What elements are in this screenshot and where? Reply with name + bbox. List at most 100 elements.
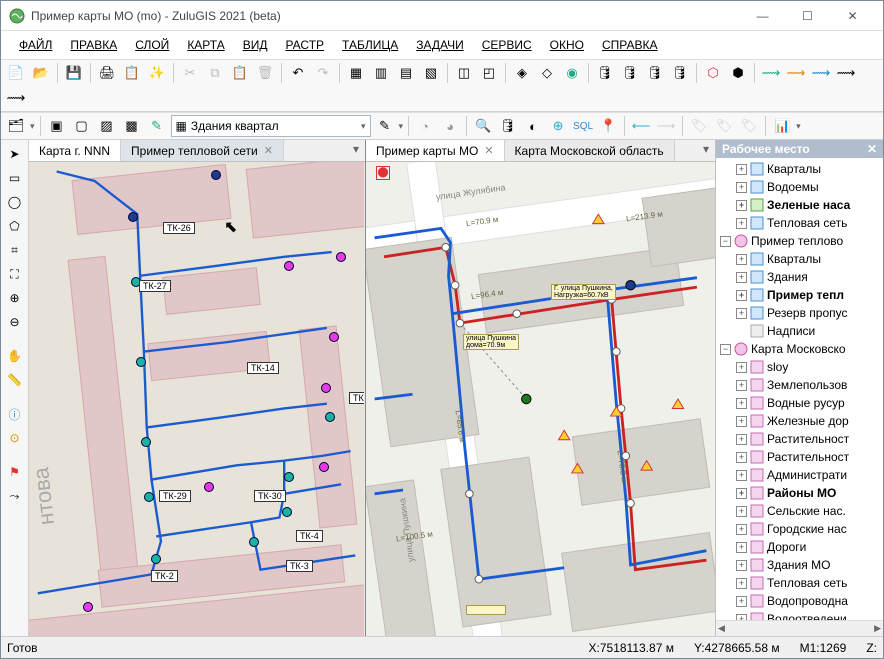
framing-icon[interactable]: ⌗ [5, 240, 25, 260]
tree-item[interactable]: +Водоотведени [716, 610, 883, 620]
tab-map-moscow[interactable]: Карта Московской область [505, 140, 675, 161]
menu-edit[interactable]: ПРАВКА [64, 35, 123, 55]
measure-icon[interactable]: 📏 [5, 370, 25, 390]
expand-icon[interactable]: + [736, 506, 747, 517]
q1-icon[interactable]: ◔ [414, 115, 436, 137]
tabs-dropdown-icon[interactable]: ▾ [697, 140, 715, 161]
delete-icon[interactable]: 🗑 [254, 62, 276, 84]
copy-icon[interactable]: ⧉ [204, 62, 226, 84]
tree-item[interactable]: +Растительност [716, 430, 883, 448]
search-icon[interactable]: 🔍 [472, 115, 494, 137]
menu-file[interactable]: ФАЙЛ [13, 35, 58, 55]
copy-doc-icon[interactable]: 📋 [121, 62, 143, 84]
tab-map-mo[interactable]: Пример карты МО✕ [366, 140, 505, 161]
tree-item[interactable]: +Районы МО [716, 484, 883, 502]
close-icon[interactable]: ✕ [484, 144, 493, 157]
db3-icon[interactable]: 🛢 [644, 62, 666, 84]
pencil-icon[interactable]: ✎ [374, 115, 396, 137]
hand-icon[interactable]: ✋ [5, 346, 25, 366]
expand-icon[interactable] [736, 326, 747, 337]
extent-icon[interactable]: ⛶ [5, 264, 25, 284]
tree-item[interactable]: +Железные дор [716, 412, 883, 430]
flag-icon[interactable]: ⚑ [5, 462, 25, 482]
sql-icon[interactable]: SQL [572, 115, 594, 137]
map-pane-right[interactable]: ⬤ улица Жулябина улица Пушкина L=70.9 м … [366, 162, 715, 636]
tree-item[interactable]: +Кварталы [716, 250, 883, 268]
tool-c-icon[interactable]: ◉ [561, 62, 583, 84]
tool-a-icon[interactable]: ◈ [511, 62, 533, 84]
tree-item[interactable]: −Карта Московско [716, 340, 883, 358]
menu-service[interactable]: СЕРВИС [476, 35, 538, 55]
nav-back-icon[interactable]: ⟵ [630, 115, 652, 137]
sel3-icon[interactable]: ▨ [96, 115, 118, 137]
open-icon[interactable]: 📂 [30, 62, 52, 84]
tab-heat-example[interactable]: Пример тепловой сети✕ [121, 140, 284, 161]
tree-item[interactable]: +Землепользов [716, 376, 883, 394]
layer2-icon[interactable]: ◰ [478, 62, 500, 84]
expand-icon[interactable]: + [736, 362, 747, 373]
expand-icon[interactable]: + [736, 308, 747, 319]
pipe3-icon[interactable]: ⟿ [810, 62, 832, 84]
goto-icon[interactable]: ⊙ [5, 428, 25, 448]
expand-icon[interactable]: + [736, 434, 747, 445]
sel1-icon[interactable]: ▣ [46, 115, 68, 137]
layer-combo[interactable]: ▦ ▾ [171, 115, 371, 137]
expand-icon[interactable]: + [736, 272, 747, 283]
expand-icon[interactable]: + [736, 182, 747, 193]
chart-icon[interactable]: 📊 [771, 115, 793, 137]
info-icon[interactable]: ⓘ [5, 404, 25, 424]
route-icon[interactable]: ⤳ [5, 486, 25, 506]
redo-icon[interactable]: ↷ [312, 62, 334, 84]
menu-tasks[interactable]: ЗАДАЧИ [410, 35, 469, 55]
zoom-in-icon[interactable]: ⊕ [5, 288, 25, 308]
expand-icon[interactable]: + [736, 416, 747, 427]
net1-icon[interactable]: ⬡ [702, 62, 724, 84]
print-icon[interactable]: 🖨 [96, 62, 118, 84]
zoom-out-icon[interactable]: ⊖ [5, 312, 25, 332]
pointer-icon[interactable]: ➤ [5, 144, 25, 164]
new-layer-icon[interactable]: ✨ [146, 62, 168, 84]
layer1-icon[interactable]: ◫ [453, 62, 475, 84]
minimize-button[interactable]: — [740, 1, 785, 31]
tree-item[interactable]: +Резерв пропус [716, 304, 883, 322]
pipe1-icon[interactable]: ⟿ [760, 62, 782, 84]
link-icon[interactable]: ⊕ [547, 115, 569, 137]
select-rect-icon[interactable]: ▭ [5, 168, 25, 188]
new-icon[interactable]: 📄 [5, 62, 27, 84]
expand-icon[interactable]: + [736, 560, 747, 571]
pipe2-icon[interactable]: ⟿ [785, 62, 807, 84]
select-lasso-icon[interactable]: ◯ [5, 192, 25, 212]
tag3-icon[interactable]: 🏷 [738, 115, 760, 137]
panel-close-icon[interactable]: ✕ [867, 142, 877, 156]
expand-icon[interactable]: + [736, 398, 747, 409]
tree-item[interactable]: +Тепловая сеть [716, 574, 883, 592]
expand-icon[interactable]: + [736, 164, 747, 175]
menu-window[interactable]: ОКНО [544, 35, 590, 55]
db1-icon[interactable]: 🛢 [594, 62, 616, 84]
tag1-icon[interactable]: 🏷 [688, 115, 710, 137]
menu-raster[interactable]: РАСТР [279, 35, 330, 55]
tree-item[interactable]: +Городские нас [716, 520, 883, 538]
tree-item[interactable]: +Зеленые наса [716, 196, 883, 214]
tree-item[interactable]: +Кварталы [716, 160, 883, 178]
menu-view[interactable]: ВИД [237, 35, 274, 55]
grid-icon[interactable]: ▦ [345, 62, 367, 84]
grid3-icon[interactable]: ▤ [395, 62, 417, 84]
expand-icon[interactable]: + [736, 200, 747, 211]
menu-help[interactable]: СПРАВКА [596, 35, 664, 55]
tree-item[interactable]: −Пример теплово [716, 232, 883, 250]
expand-icon[interactable]: + [736, 542, 747, 553]
expand-icon[interactable]: + [736, 380, 747, 391]
map-pane-left[interactable]: нтова [29, 162, 364, 636]
menu-map[interactable]: КАРТА [181, 35, 230, 55]
expand-icon[interactable]: + [736, 218, 747, 229]
tag2-icon[interactable]: 🏷 [713, 115, 735, 137]
tab-map-nnn[interactable]: Карта г. NNN [29, 140, 121, 161]
tabs-dropdown-icon[interactable]: ▾ [347, 140, 365, 161]
tree-item[interactable]: +Дороги [716, 538, 883, 556]
db4-icon[interactable]: 🛢 [669, 62, 691, 84]
close-button[interactable]: ✕ [830, 1, 875, 31]
paste-icon[interactable]: 📋 [229, 62, 251, 84]
expand-icon[interactable]: + [736, 524, 747, 535]
nav-fwd-icon[interactable]: ⟶ [655, 115, 677, 137]
